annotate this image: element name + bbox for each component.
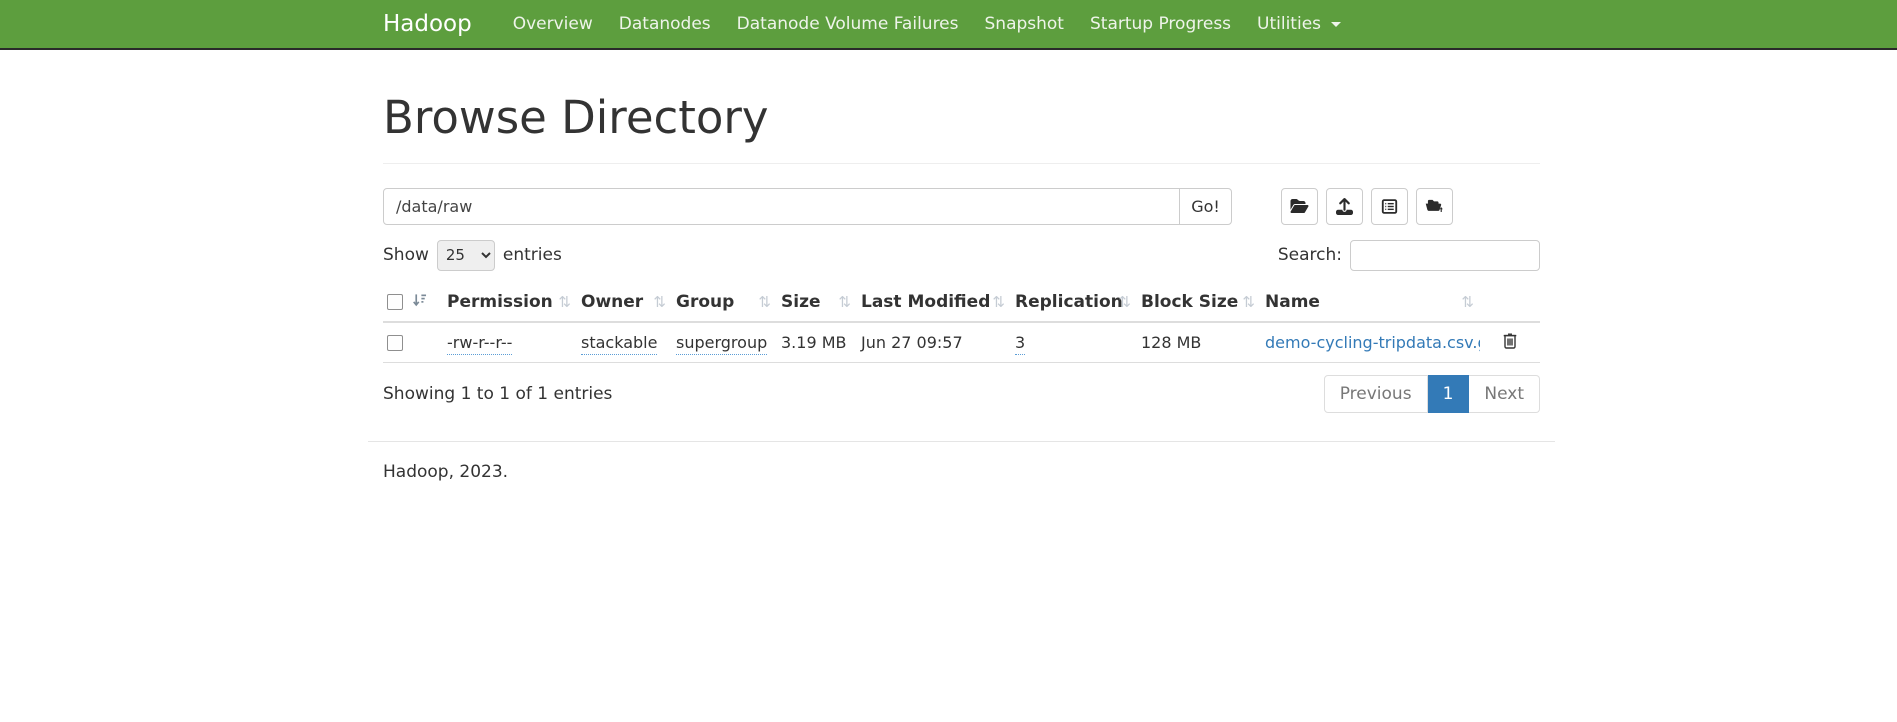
- sort-arrows-icon: ⇅: [1118, 293, 1131, 311]
- title-divider: [383, 163, 1540, 164]
- select-all-checkbox[interactable]: [387, 294, 403, 310]
- directory-path-group: Go!: [383, 188, 1232, 225]
- select-all-header[interactable]: [383, 283, 443, 322]
- column-header-block-size[interactable]: Block Size⇅: [1137, 283, 1261, 322]
- upload-files-button[interactable]: [1326, 188, 1363, 225]
- pagination-next[interactable]: Next: [1469, 375, 1540, 413]
- column-header-replication[interactable]: Replication⇅: [1011, 283, 1137, 322]
- sort-arrows-icon: ⇅: [558, 293, 571, 311]
- folder-move-icon: [1425, 198, 1444, 215]
- directory-listing-table: Permission⇅ Owner⇅ Group⇅ Size⇅ Last Mod…: [383, 283, 1540, 363]
- last-modified-value: Jun 27 09:57: [857, 322, 1011, 363]
- row-checkbox[interactable]: [387, 335, 403, 351]
- file-name-link[interactable]: demo-cycling-tripdata.csv.gz: [1265, 333, 1480, 352]
- page-length-select[interactable]: 25: [437, 240, 495, 271]
- entries-summary: Showing 1 to 1 of 1 entries: [383, 384, 612, 404]
- table-header-row: Permission⇅ Owner⇅ Group⇅ Size⇅ Last Mod…: [383, 283, 1540, 322]
- nav-item-snapshot[interactable]: Snapshot: [972, 0, 1077, 48]
- column-header-name[interactable]: Name⇅: [1261, 283, 1480, 322]
- footer-divider: [368, 441, 1555, 442]
- sort-arrows-icon: ⇅: [838, 293, 851, 311]
- list-alt-icon: [1381, 198, 1398, 215]
- column-header-group[interactable]: Group⇅: [672, 283, 777, 322]
- trash-icon: [1503, 337, 1517, 352]
- folder-open-icon: [1290, 198, 1309, 214]
- cut-paste-button[interactable]: [1416, 188, 1453, 225]
- nav-item-utilities-label: Utilities: [1257, 14, 1321, 34]
- page-length-control: Show 25 entries: [383, 240, 562, 271]
- group-value[interactable]: supergroup: [676, 333, 767, 355]
- pagination-page-1[interactable]: 1: [1428, 375, 1470, 413]
- set-quota-button[interactable]: [1371, 188, 1408, 225]
- footer-text: Hadoop, 2023.: [383, 462, 1540, 482]
- page-title: Browse Directory: [383, 93, 1540, 143]
- top-navbar: Hadoop Overview Datanodes Datanode Volum…: [0, 0, 1897, 50]
- explorer-toolbar: [1281, 188, 1453, 225]
- sort-arrows-icon: ⇅: [1461, 293, 1474, 311]
- replication-value[interactable]: 3: [1015, 333, 1025, 355]
- sort-arrows-icon: ⇅: [1242, 293, 1255, 311]
- table-search-control: Search:: [1278, 240, 1540, 271]
- table-row: -rw-r--r-- stackable supergroup 3.19 MB …: [383, 322, 1540, 363]
- directory-path-input[interactable]: [383, 188, 1180, 225]
- upload-icon: [1336, 198, 1353, 215]
- nav-item-datanode-volume-failures[interactable]: Datanode Volume Failures: [724, 0, 972, 48]
- sort-arrows-icon: ⇅: [758, 293, 771, 311]
- table-search-input[interactable]: [1350, 240, 1540, 271]
- sort-amount-icon: [412, 292, 427, 312]
- nav-item-startup-progress[interactable]: Startup Progress: [1077, 0, 1244, 48]
- pagination-previous[interactable]: Previous: [1324, 375, 1428, 413]
- search-label: Search:: [1278, 245, 1342, 265]
- go-button[interactable]: Go!: [1179, 188, 1232, 225]
- entries-label: entries: [503, 245, 562, 265]
- column-header-permission[interactable]: Permission⇅: [443, 283, 577, 322]
- brand-hadoop[interactable]: Hadoop: [383, 11, 472, 37]
- permission-value[interactable]: -rw-r--r--: [447, 333, 512, 355]
- column-header-actions: [1480, 283, 1540, 322]
- owner-value[interactable]: stackable: [581, 333, 657, 355]
- nav-item-overview[interactable]: Overview: [500, 0, 606, 48]
- sort-arrows-icon: ⇅: [653, 293, 666, 311]
- show-label: Show: [383, 245, 429, 265]
- create-directory-button[interactable]: [1281, 188, 1318, 225]
- column-header-size[interactable]: Size⇅: [777, 283, 857, 322]
- nav-item-datanodes[interactable]: Datanodes: [606, 0, 724, 48]
- delete-file-button[interactable]: [1503, 332, 1517, 352]
- pagination: Previous 1 Next: [1324, 375, 1540, 413]
- chevron-down-icon: [1331, 22, 1341, 27]
- sort-arrows-icon: ⇅: [992, 293, 1005, 311]
- block-size-value: 128 MB: [1137, 322, 1261, 363]
- nav-item-utilities[interactable]: Utilities: [1244, 0, 1354, 48]
- column-header-last-modified[interactable]: Last Modified⇅: [857, 283, 1011, 322]
- size-value: 3.19 MB: [777, 322, 857, 363]
- column-header-owner[interactable]: Owner⇅: [577, 283, 672, 322]
